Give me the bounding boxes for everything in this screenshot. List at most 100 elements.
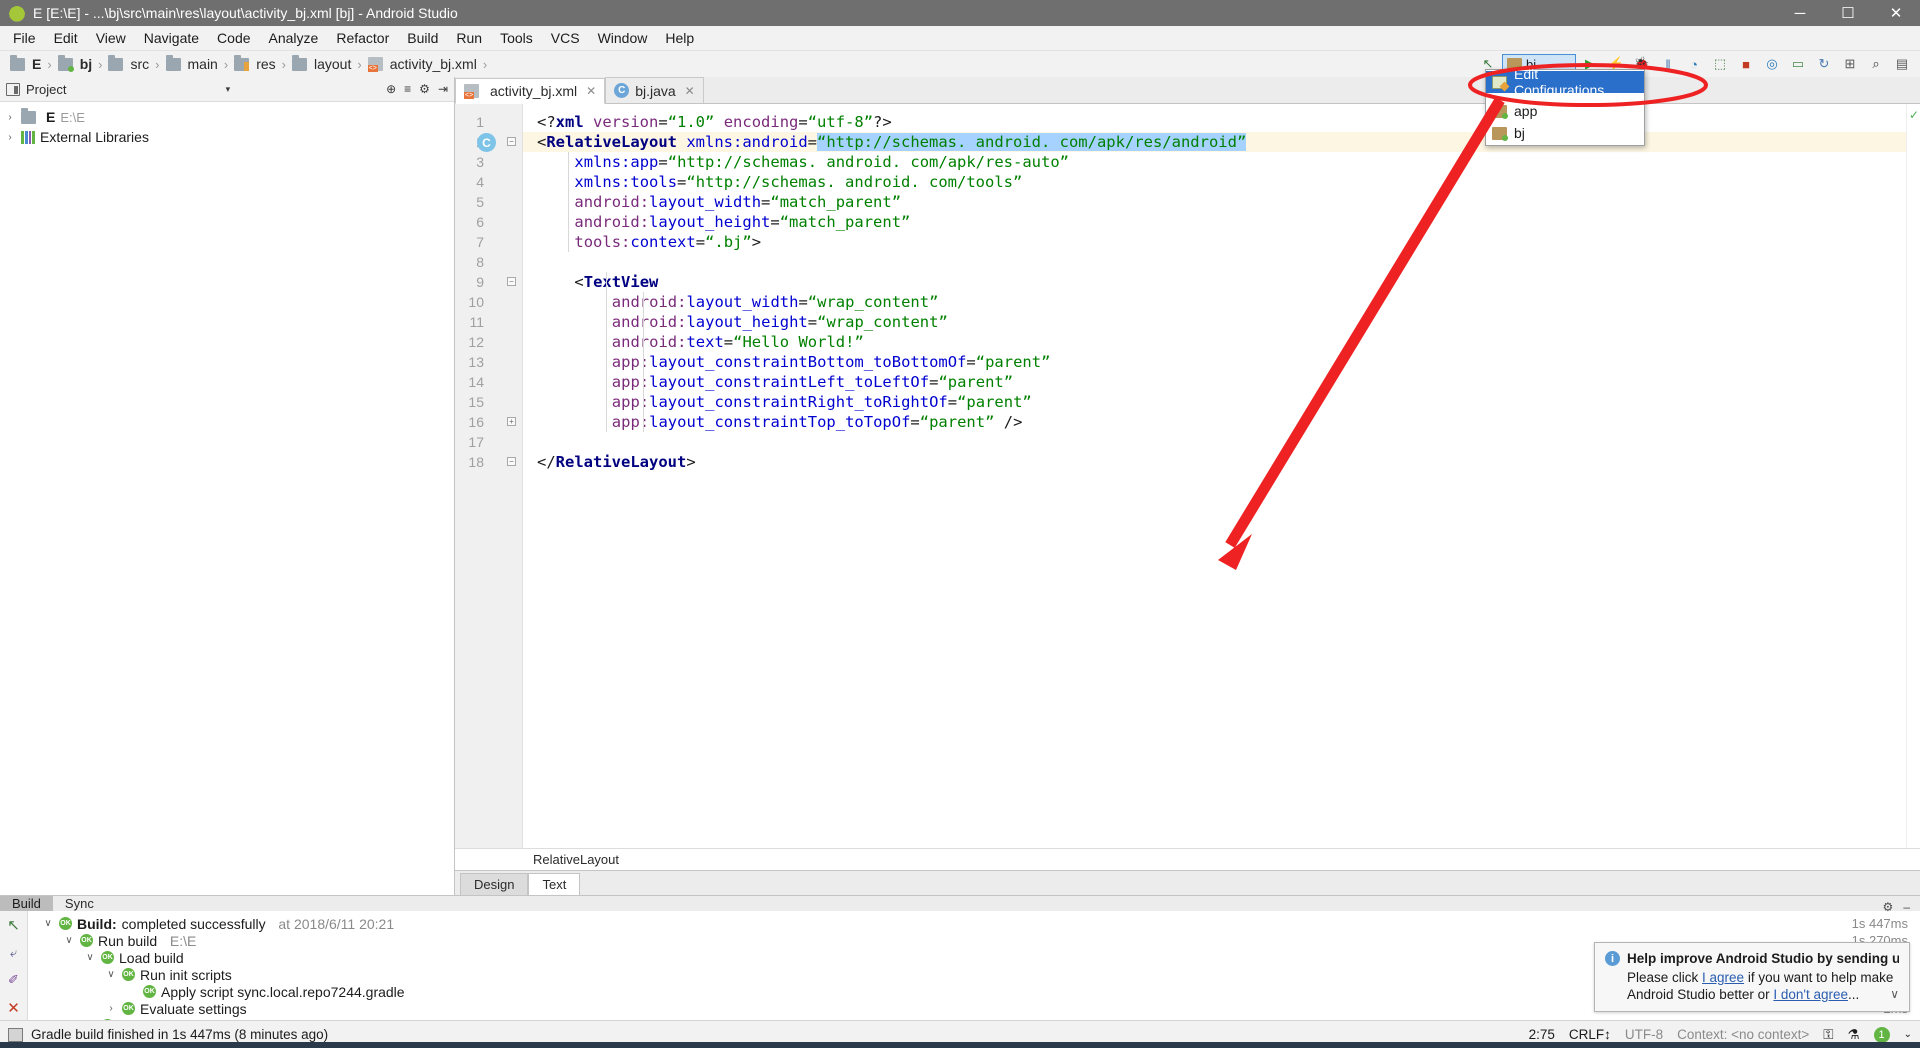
- class-marker-icon[interactable]: C: [477, 133, 496, 152]
- stop-icon[interactable]: ■: [1734, 53, 1758, 75]
- lock-icon[interactable]: ⚿: [1823, 1027, 1833, 1043]
- chevron-down-icon[interactable]: ∨: [42, 918, 54, 929]
- menu-vcs[interactable]: VCS: [542, 27, 589, 49]
- code-line[interactable]: android:layout_height=“match_parent”: [574, 212, 910, 232]
- code-line[interactable]: app:layout_constraintRight_toRightOf=“pa…: [612, 392, 1032, 412]
- chevron-right-icon[interactable]: ›: [4, 132, 16, 143]
- editor-gutter[interactable]: 123456789101112131415161718−−+−C: [455, 104, 523, 848]
- chevron-down-icon[interactable]: ∨: [63, 935, 75, 946]
- tree-item-e[interactable]: › E E:\E: [0, 107, 454, 127]
- encoding[interactable]: UTF-8: [1625, 1027, 1663, 1042]
- menu-file[interactable]: File: [4, 27, 45, 49]
- close-button[interactable]: ✕: [1872, 0, 1920, 26]
- sync-gradle-icon[interactable]: ↻: [1812, 53, 1836, 75]
- avd-manager-icon[interactable]: ▭: [1786, 53, 1810, 75]
- attach-debugger-icon[interactable]: ⬚: [1708, 53, 1732, 75]
- code-line[interactable]: </RelativeLayout>: [537, 452, 696, 472]
- inspection-icon[interactable]: ⚗: [1848, 1027, 1860, 1043]
- breadcrumb-item-activity-bj-xml[interactable]: activity_bj.xml: [367, 56, 479, 72]
- menu-window[interactable]: Window: [589, 27, 657, 49]
- chevron-down-icon[interactable]: ∨: [84, 952, 96, 963]
- tab-sync[interactable]: Sync: [53, 896, 106, 911]
- code-fold-toggle[interactable]: −: [507, 137, 516, 146]
- dropdown-item-app[interactable]: app: [1486, 100, 1644, 122]
- code-line[interactable]: android:layout_height=“wrap_content”: [612, 312, 948, 332]
- menu-code[interactable]: Code: [208, 27, 259, 49]
- context-indicator[interactable]: Context: <no context>: [1677, 1027, 1809, 1042]
- status-badge[interactable]: 1: [1873, 1026, 1890, 1043]
- code-line[interactable]: <RelativeLayout xmlns:android=“http://sc…: [537, 132, 1247, 152]
- menu-help[interactable]: Help: [656, 27, 703, 49]
- sdk-manager-icon[interactable]: ◎: [1760, 53, 1784, 75]
- dropdown-item-edit-configurations[interactable]: Edit Configurations...: [1486, 66, 1644, 98]
- build-tree-row[interactable]: ∨ OK Build: completed successfully at 2018…: [28, 915, 1920, 932]
- tree-item-external-libraries[interactable]: › External Libraries: [0, 127, 454, 147]
- menu-refactor[interactable]: Refactor: [327, 27, 398, 49]
- chevron-down-icon[interactable]: ▾: [226, 84, 231, 95]
- code-line[interactable]: app:layout_constraintLeft_toLeftOf=“pare…: [612, 372, 1013, 392]
- menu-build[interactable]: Build: [398, 27, 447, 49]
- profile-icon[interactable]: ‖: [1656, 53, 1680, 75]
- tab-design[interactable]: Design: [460, 873, 529, 895]
- code-line[interactable]: app:layout_constraintBottom_toBottomOf=“…: [612, 352, 1051, 372]
- line-separator[interactable]: CRLF↕: [1569, 1027, 1611, 1042]
- breadcrumb-item-main[interactable]: main: [165, 54, 220, 72]
- hide-icon[interactable]: ⇥: [438, 82, 448, 96]
- close-icon[interactable]: ✕: [685, 84, 695, 98]
- menu-analyze[interactable]: Analyze: [260, 27, 328, 49]
- rerun-build-icon[interactable]: ↖: [7, 916, 20, 934]
- notification-popup[interactable]: i Help improve Android Studio by sending…: [1594, 942, 1910, 1012]
- tab-text[interactable]: Text: [528, 873, 581, 895]
- editor-tab-bj-java[interactable]: C bj.java ✕: [605, 77, 704, 103]
- chevron-down-icon[interactable]: ∨: [1890, 987, 1899, 1001]
- code-line[interactable]: xmlns:app=“http://schemas. android. com/…: [574, 152, 1069, 172]
- search-icon[interactable]: ⌕: [1864, 53, 1888, 75]
- menu-navigate[interactable]: Navigate: [135, 27, 208, 49]
- maximize-button[interactable]: ☐: [1824, 0, 1872, 26]
- chevron-down-icon[interactable]: ∨: [105, 969, 117, 980]
- code-text-area[interactable]: <?xml version=“1.0” encoding=“utf-8”?> <R…: [523, 104, 1906, 848]
- code-line[interactable]: android:layout_width=“wrap_content”: [612, 292, 939, 312]
- layout-icon[interactable]: ▤: [1890, 53, 1914, 75]
- editor-tab-activity-bj-xml[interactable]: activity_bj.xml ✕: [455, 78, 606, 104]
- tab-build[interactable]: Build: [0, 896, 53, 911]
- collapse-all-icon[interactable]: ≡: [404, 82, 411, 96]
- dropdown-item-bj[interactable]: bj: [1486, 122, 1644, 144]
- code-line[interactable]: xmlns:tools=“http://schemas. android. co…: [574, 172, 1022, 192]
- locate-icon[interactable]: ⊕: [386, 82, 396, 96]
- pin-tab-icon[interactable]: ✐: [8, 972, 19, 988]
- chevron-right-icon[interactable]: ›: [4, 112, 16, 123]
- project-structure-icon[interactable]: ⊞: [1838, 53, 1862, 75]
- menu-tools[interactable]: Tools: [491, 27, 542, 49]
- code-line[interactable]: <?xml version=“1.0” encoding=“utf-8”?>: [537, 112, 892, 132]
- code-editor[interactable]: 123456789101112131415161718−−+−C <?xml v…: [455, 104, 1920, 848]
- breadcrumb-item-bj[interactable]: bj: [57, 54, 94, 72]
- breadcrumb-item-e[interactable]: E: [10, 54, 43, 72]
- i-agree-link[interactable]: I agree: [1702, 970, 1744, 985]
- breadcrumb-item-res[interactable]: res: [234, 54, 277, 72]
- code-fold-toggle[interactable]: +: [507, 417, 516, 426]
- code-line[interactable]: app:layout_constraintTop_toTopOf=“parent…: [612, 412, 1023, 432]
- breadcrumb-item-src[interactable]: src: [108, 54, 151, 72]
- menu-edit[interactable]: Edit: [45, 27, 87, 49]
- i-dont-agree-link[interactable]: I don't agree: [1773, 987, 1848, 1002]
- inspection-strip[interactable]: ✓: [1906, 104, 1920, 848]
- toggle-soft-wrap-icon[interactable]: ⤶: [10, 945, 17, 961]
- settings-gear-icon[interactable]: ⚙: [419, 82, 430, 96]
- code-fold-toggle[interactable]: −: [507, 457, 516, 466]
- code-line[interactable]: android:layout_width=“match_parent”: [574, 192, 901, 212]
- menu-view[interactable]: View: [87, 27, 135, 49]
- chevron-down-icon[interactable]: ⌄: [1904, 1029, 1912, 1040]
- code-fold-toggle[interactable]: −: [507, 277, 516, 286]
- breadcrumb-item-layout[interactable]: layout: [292, 54, 353, 72]
- code-line[interactable]: <TextView: [574, 272, 658, 292]
- close-icon[interactable]: ✕: [7, 999, 20, 1017]
- run-configuration-dropdown[interactable]: Edit Configurations... app bj: [1485, 66, 1645, 146]
- caret-position[interactable]: 2:75: [1529, 1027, 1555, 1042]
- event-log-icon[interactable]: [8, 1027, 23, 1042]
- chevron-right-icon[interactable]: ›: [105, 1003, 117, 1014]
- code-line[interactable]: android:text=“Hello World!”: [612, 332, 864, 352]
- close-icon[interactable]: ✕: [586, 84, 596, 98]
- monitor-icon[interactable]: ◔: [1682, 53, 1706, 75]
- menu-run[interactable]: Run: [447, 27, 491, 49]
